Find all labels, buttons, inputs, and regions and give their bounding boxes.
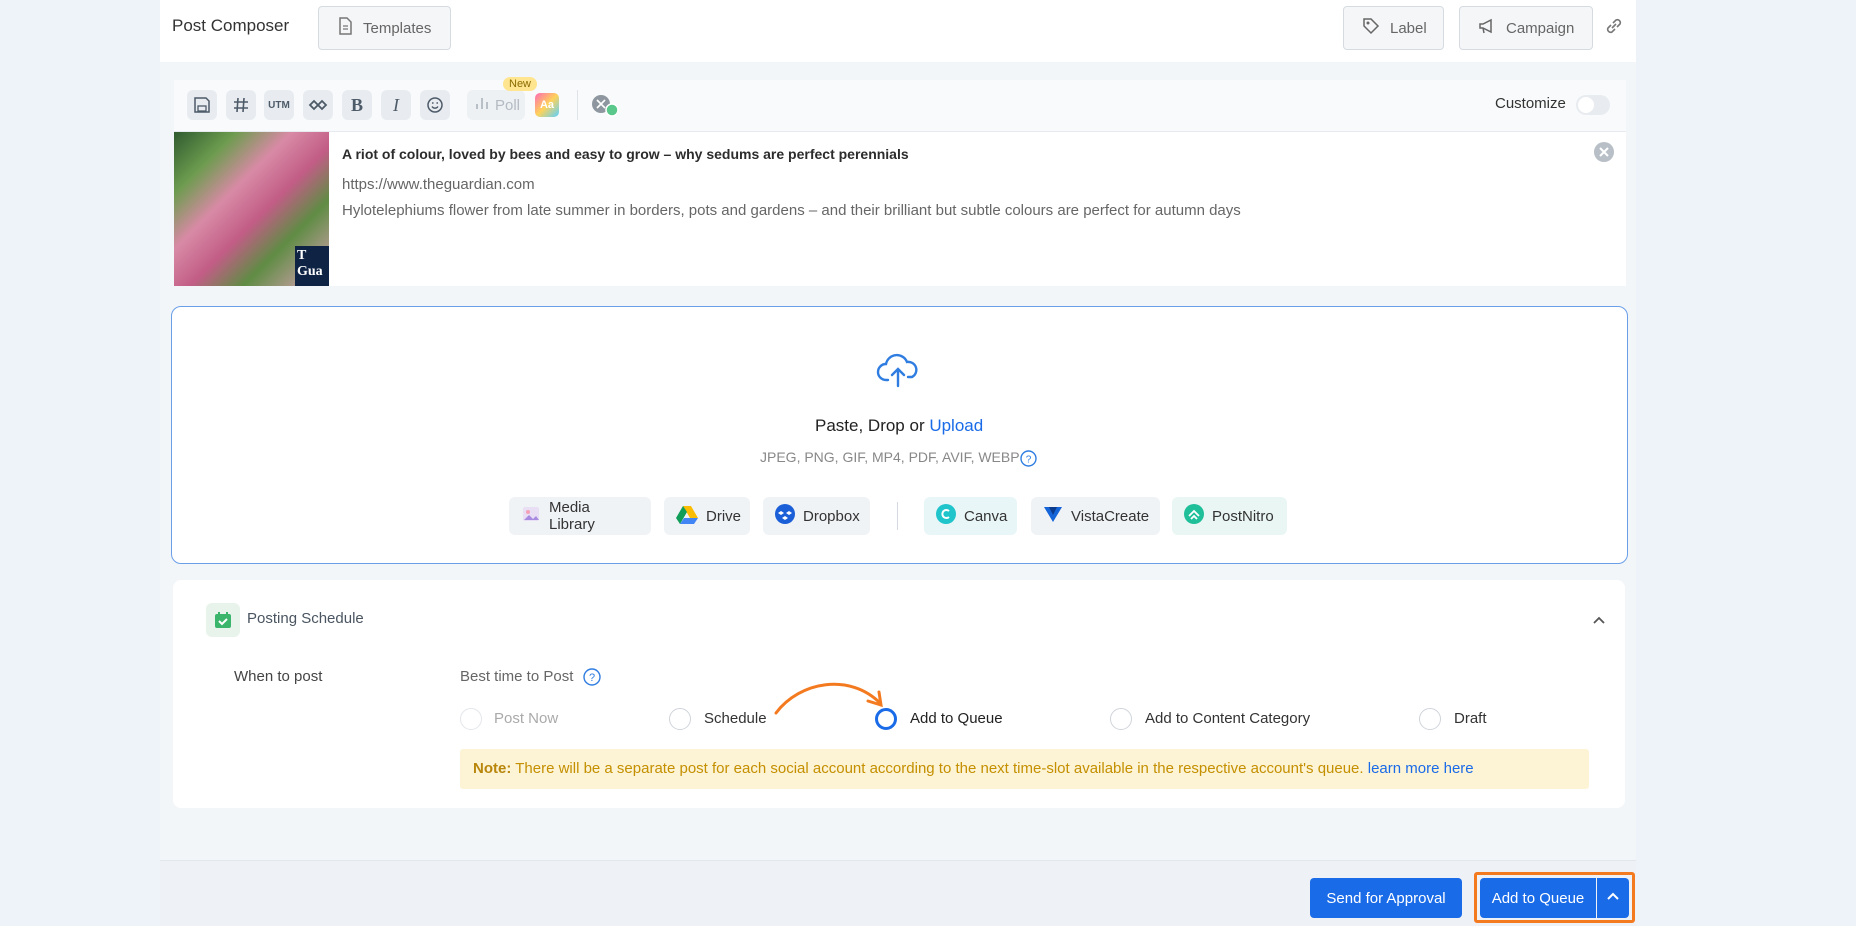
posting-schedule-title: Posting Schedule: [247, 610, 364, 627]
poll-icon: [475, 96, 489, 114]
best-time-help-icon[interactable]: ?: [583, 668, 601, 691]
when-to-post-label: When to post: [234, 668, 323, 685]
canva-icon: [936, 504, 956, 528]
customize-label: Customize: [1495, 95, 1566, 112]
text-style-button[interactable]: Aa: [535, 93, 559, 117]
document-icon: [337, 17, 353, 39]
templates-label: Templates: [363, 19, 432, 37]
label-button[interactable]: Label: [1343, 6, 1444, 50]
vistacreate-label: VistaCreate: [1071, 507, 1150, 525]
poll-button[interactable]: Poll: [467, 90, 525, 120]
ai-assistant-icon[interactable]: [590, 94, 620, 123]
note-text: There will be a separate post for each s…: [511, 760, 1368, 777]
link-shortener-icon[interactable]: [303, 90, 333, 120]
svg-text:?: ?: [1026, 455, 1032, 466]
tag-icon: [1362, 17, 1380, 39]
post-now-label: Post Now: [494, 710, 559, 727]
postnitro-icon: [1184, 504, 1204, 528]
dropbox-label: Dropbox: [803, 507, 860, 525]
link-icon[interactable]: [1603, 15, 1625, 42]
canva-label: Canva: [964, 507, 1008, 525]
postnitro-label: PostNitro: [1212, 507, 1274, 525]
postnitro-button[interactable]: PostNitro: [1172, 497, 1287, 535]
chevron-up-icon[interactable]: [1591, 612, 1607, 633]
content-category-radio[interactable]: [1110, 708, 1132, 730]
add-to-queue-label: Add to Queue: [910, 710, 1003, 727]
vistacreate-button[interactable]: VistaCreate: [1031, 497, 1160, 535]
preview-description: Hylotelephiums flower from late summer i…: [342, 202, 1241, 219]
templates-button[interactable]: Templates: [318, 6, 451, 50]
media-library-label: Media Library: [549, 499, 595, 533]
send-for-approval-button[interactable]: Send for Approval: [1310, 878, 1462, 918]
dropzone-prompt: Paste, Drop or Upload: [815, 416, 983, 436]
google-drive-icon: [676, 504, 698, 528]
draft-radio[interactable]: [1419, 708, 1441, 730]
toggle-knob: [1578, 97, 1594, 113]
campaign-button[interactable]: Campaign: [1459, 6, 1593, 50]
preview-url: https://www.theguardian.com: [342, 176, 535, 193]
page-title: Post Composer: [172, 16, 290, 35]
close-icon[interactable]: [1593, 141, 1615, 168]
preview-title: A riot of colour, loved by bees and easy…: [342, 146, 909, 162]
megaphone-icon: [1478, 17, 1496, 39]
publisher-logo-text: T Gua: [297, 248, 323, 279]
source-divider: [897, 502, 898, 530]
customize-toggle[interactable]: [1576, 95, 1610, 115]
svg-text:?: ?: [589, 672, 595, 684]
queue-note: Note: There will be a separate post for …: [460, 749, 1589, 789]
note-prefix: Note:: [473, 760, 512, 777]
canva-button[interactable]: Canva: [924, 497, 1017, 535]
bold-button[interactable]: B: [342, 90, 372, 120]
chevron-up-icon: [1606, 889, 1620, 907]
italic-button[interactable]: I: [381, 90, 411, 120]
best-time-label: Best time to Post: [460, 668, 574, 685]
utm-button[interactable]: UTM: [264, 90, 294, 120]
image-icon: [521, 504, 541, 528]
add-to-queue-button[interactable]: Add to Queue: [1480, 878, 1596, 918]
poll-label: Poll: [495, 96, 521, 114]
toolbar-divider: [577, 90, 578, 120]
pointer-arrow-icon: [770, 675, 890, 722]
hashtag-icon[interactable]: [226, 90, 256, 120]
drive-button[interactable]: Drive: [664, 497, 750, 535]
calendar-check-icon: [206, 603, 240, 637]
draft-label: Draft: [1454, 710, 1487, 727]
drive-label: Drive: [706, 507, 742, 525]
media-library-button[interactable]: Media Library: [509, 497, 651, 535]
emoji-icon[interactable]: [420, 90, 450, 120]
new-badge: New: [503, 77, 538, 91]
upload-link[interactable]: Upload: [929, 416, 983, 435]
dropzone-prompt-text: Paste, Drop or: [815, 416, 930, 435]
dropbox-icon: [775, 504, 795, 528]
post-now-radio[interactable]: [460, 708, 482, 730]
help-icon[interactable]: ?: [1020, 450, 1037, 472]
queue-options-button[interactable]: [1597, 878, 1629, 918]
label-label: Label: [1390, 19, 1427, 37]
publisher-logo: T Gua: [295, 246, 329, 286]
learn-more-link[interactable]: learn more here: [1368, 760, 1474, 777]
save-icon[interactable]: [187, 90, 217, 120]
campaign-label: Campaign: [1506, 19, 1575, 37]
vistacreate-icon: [1043, 504, 1063, 528]
schedule-label: Schedule: [704, 710, 767, 727]
content-category-label: Add to Content Category: [1145, 710, 1311, 727]
dropbox-button[interactable]: Dropbox: [763, 497, 870, 535]
cloud-upload-icon: [876, 350, 920, 395]
schedule-radio[interactable]: [669, 708, 691, 730]
supported-formats: JPEG, PNG, GIF, MP4, PDF, AVIF, WEBP: [760, 449, 1020, 465]
